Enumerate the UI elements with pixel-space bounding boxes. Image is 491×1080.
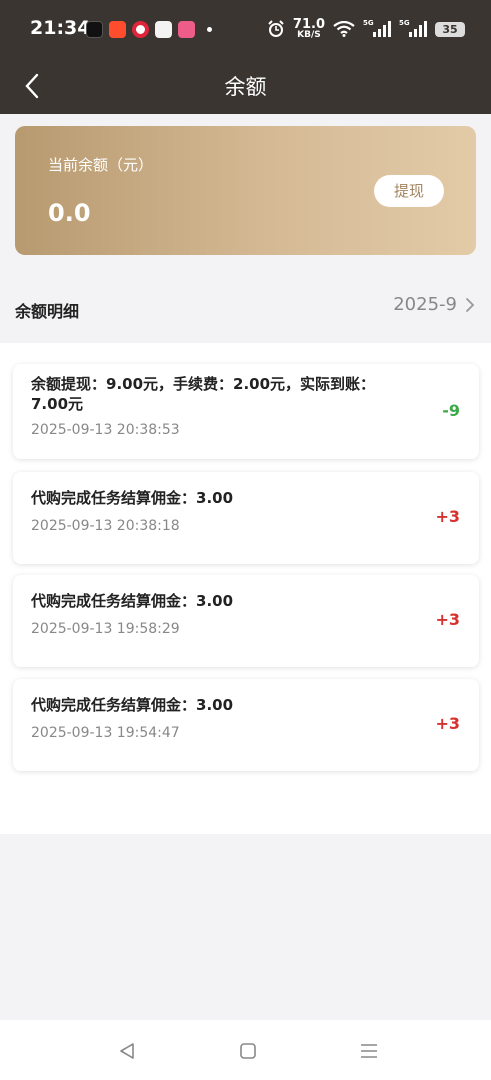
transaction-item[interactable]: 代购完成任务结算佣金：3.00 2025-09-13 19:58:29 +3	[13, 575, 479, 667]
network-speed-unit: KB/S	[297, 30, 321, 40]
system-nav-bar	[0, 1020, 491, 1080]
transaction-amount: -9	[442, 401, 460, 420]
transaction-amount: +3	[435, 714, 460, 733]
transaction-title: 代购完成任务结算佣金：3.00	[31, 592, 234, 610]
sim2-label: 5G	[399, 19, 410, 27]
sim1-label: 5G	[363, 19, 374, 27]
app-icon-bilibili	[178, 21, 195, 38]
signal-sim2-icon: 5G	[399, 19, 427, 37]
status-time: 21:34	[30, 17, 91, 39]
transaction-title: 代购完成任务结算佣金：3.00	[31, 489, 234, 507]
transaction-list: 余额提现：9.00元，手续费：2.00元，实际到账：7.00元 2025-09-…	[0, 343, 491, 834]
balance-detail-title: 余额明细	[15, 302, 80, 321]
app-icon-video	[86, 21, 103, 38]
transaction-time: 2025-09-13 20:38:53	[31, 422, 180, 438]
nav-menu-button[interactable]	[356, 1038, 382, 1064]
status-bar: 21:34 71.0 KB/S 5G 5G 35	[0, 0, 491, 58]
withdraw-button[interactable]: 提现	[374, 175, 444, 207]
status-indicators: 71.0 KB/S 5G 5G 35	[267, 18, 465, 40]
app-icon-play	[109, 21, 126, 38]
network-speed: 71.0 KB/S	[293, 18, 325, 40]
signal-sim1-icon: 5G	[363, 19, 391, 37]
transaction-amount: +3	[435, 507, 460, 526]
nav-home-button[interactable]	[235, 1038, 261, 1064]
balance-detail-header: 余额明细 2025-9	[0, 282, 491, 334]
transaction-item[interactable]: 代购完成任务结算佣金：3.00 2025-09-13 19:54:47 +3	[13, 679, 479, 771]
transaction-time: 2025-09-13 19:54:47	[31, 725, 180, 741]
page-title: 余额	[224, 75, 267, 99]
transaction-amount: +3	[435, 610, 460, 629]
transaction-time: 2025-09-13 19:58:29	[31, 621, 180, 637]
transaction-time: 2025-09-13 20:38:18	[31, 518, 180, 534]
balance-label: 当前余额（元）	[48, 156, 154, 174]
nav-back-button[interactable]	[114, 1038, 140, 1064]
chevron-right-icon	[466, 297, 475, 312]
notification-icons	[86, 21, 212, 38]
transaction-title: 代购完成任务结算佣金：3.00	[31, 696, 234, 714]
transaction-item[interactable]: 代购完成任务结算佣金：3.00 2025-09-13 20:38:18 +3	[13, 472, 479, 564]
alarm-icon	[268, 20, 284, 37]
triangle-back-icon	[120, 1043, 134, 1059]
app-icon-music	[132, 21, 149, 38]
transaction-item[interactable]: 余额提现：9.00元，手续费：2.00元，实际到账：7.00元 2025-09-…	[13, 364, 479, 459]
wifi-icon	[333, 21, 355, 37]
more-notifications-dot	[207, 27, 212, 32]
app-header: 余额	[0, 58, 491, 114]
menu-icon	[361, 1044, 377, 1058]
month-picker-value: 2025-9	[393, 294, 457, 315]
top-bar: 21:34 71.0 KB/S 5G 5G 35 余额	[0, 0, 491, 114]
balance-card: 当前余额（元） 0.0 提现	[15, 126, 476, 255]
transaction-title: 余额提现：9.00元，手续费：2.00元，实际到账：7.00元	[31, 375, 376, 413]
battery-icon: 35	[435, 21, 465, 37]
month-picker[interactable]: 2025-9	[393, 294, 475, 315]
balance-value: 0.0	[48, 199, 91, 227]
app-icon-100	[155, 21, 172, 38]
square-home-icon	[240, 1043, 256, 1059]
